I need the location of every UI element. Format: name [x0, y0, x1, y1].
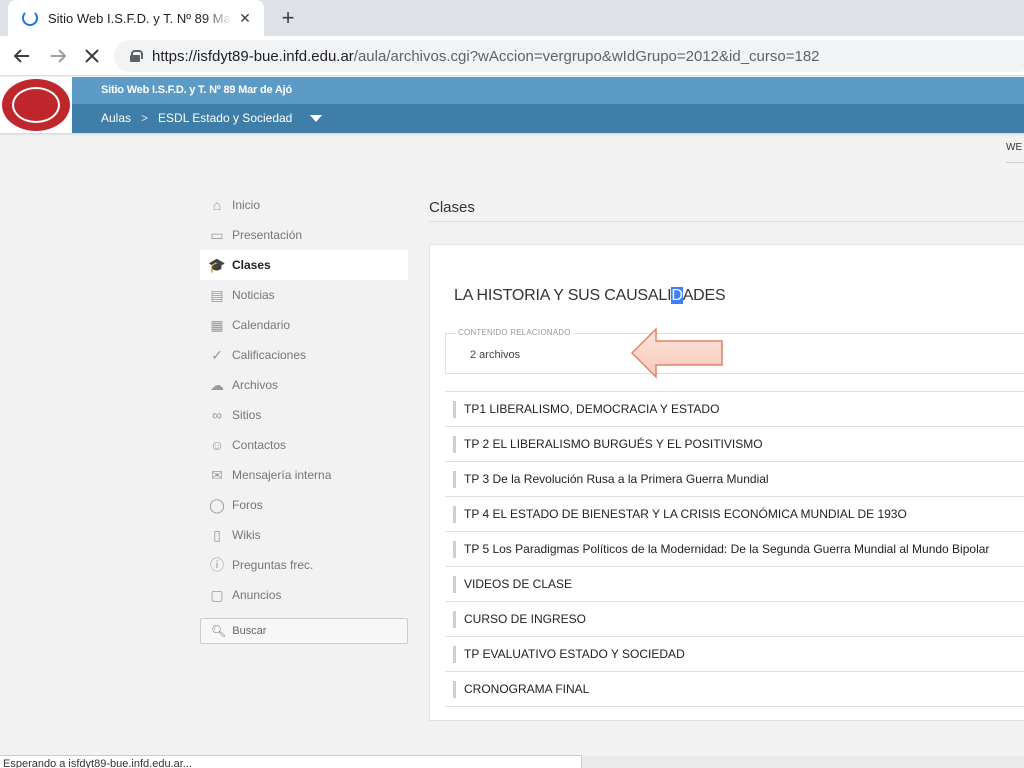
stop-x-icon: [85, 49, 99, 63]
cloud-icon: ☁: [210, 376, 224, 393]
annotation-arrow-left-icon: [630, 327, 723, 379]
logo-seal-icon: [2, 79, 70, 131]
sidebar-item-wikis[interactable]: ▯ Wikis: [200, 520, 408, 550]
chevron-down-icon[interactable]: [310, 114, 323, 122]
sidebar-item-noticias[interactable]: ▤ Noticias: [200, 280, 408, 310]
search-input[interactable]: 🔍︎ Buscar: [200, 618, 408, 644]
selected-text: D: [671, 287, 683, 304]
related-content-box: CONTENIDO RELACIONADO 2 archivos: [445, 328, 1024, 374]
sidebar-item-contactos[interactable]: ☺ Contactos: [200, 430, 408, 460]
close-tab-icon[interactable]: ✕: [236, 9, 254, 27]
divider: [1006, 162, 1024, 163]
arrow-left-icon: [13, 49, 29, 63]
home-icon: ⌂: [212, 197, 222, 213]
sidebar-item-preguntas[interactable]: ⓘ Preguntas frec.: [200, 550, 408, 580]
related-files-link[interactable]: 2 archivos: [470, 349, 520, 361]
browser-tab[interactable]: Sitio Web I.S.F.D. y T. Nº 89 Mar de Ajó…: [8, 0, 264, 36]
envelope-icon: ✉: [211, 466, 223, 483]
divider: [429, 221, 1024, 222]
url-path: /aula/archivos.cgi?wAccion=vergrupo&wIdG…: [353, 47, 820, 65]
forward-button[interactable]: [46, 44, 70, 68]
graduation-cap-icon: 🎓: [208, 256, 226, 273]
site-name[interactable]: Sitio Web I.S.F.D. y T. Nº 89 Mar de Ajó: [101, 84, 292, 96]
search-placeholder: Buscar: [232, 625, 267, 637]
back-button[interactable]: [10, 44, 34, 68]
sidebar-item-label: Contactos: [232, 438, 287, 452]
note-icon: ▢: [210, 586, 224, 603]
list-item[interactable]: TP 2 EL LIBERALISMO BURGUÉS Y EL POSITIV…: [445, 427, 1024, 462]
sidebar-item-mensajeria[interactable]: ✉ Mensajería interna: [200, 460, 408, 490]
sidebar-item-label: Anuncios: [232, 588, 282, 602]
list-item[interactable]: CRONOGRAMA FINAL: [445, 672, 1024, 707]
search-icon: 🔍︎: [211, 624, 227, 638]
sidebar-item-label: Clases: [232, 258, 271, 272]
list-item[interactable]: VIDEOS DE CLASE: [445, 567, 1024, 602]
header-shadow: [0, 133, 1024, 136]
class-heading: LA HISTORIA Y SUS CAUSALIDADES: [454, 287, 726, 304]
sidebar-item-archivos[interactable]: ☁ Archivos: [200, 370, 408, 400]
sidebar-item-label: Calificaciones: [232, 348, 307, 362]
sidebar-item-calendario[interactable]: ▦ Calendario: [200, 310, 408, 340]
sidebar-item-clases[interactable]: 🎓 Clases: [200, 250, 408, 280]
sidebar-item-anuncios[interactable]: ▢ Anuncios: [200, 580, 408, 610]
document-icon: ▯: [213, 526, 221, 543]
sidebar-item-sitios[interactable]: ∞ Sitios: [200, 400, 408, 430]
sidebar-nav: ⌂ Inicio ▭ Presentación 🎓 Clases ▤ Noticias …: [200, 190, 408, 644]
browser-toolbar: https://isfdyt89-bue.infd.edu.ar/aula/ar…: [0, 36, 1024, 76]
sidebar-item-label: Foros: [232, 498, 263, 512]
tab-title: Sitio Web I.S.F.D. y T. Nº 89 Mar de Ajó: [48, 10, 232, 26]
sidebar-item-presentacion[interactable]: ▭ Presentación: [200, 220, 408, 250]
chat-icon: ◯: [209, 496, 225, 513]
list-item[interactable]: TP 5 Los Paradigmas Políticos de la Mode…: [445, 532, 1024, 567]
class-list: TP1 LIBERALISMO, DEMOCRACIA Y ESTADO TP …: [445, 391, 1024, 707]
calendar-icon: ▦: [210, 316, 224, 333]
sidebar-item-label: Wikis: [232, 528, 261, 542]
list-item[interactable]: TP EVALUATIVO ESTADO Y SOCIEDAD: [445, 637, 1024, 672]
list-item[interactable]: TP1 LIBERALISMO, DEMOCRACIA Y ESTADO: [445, 392, 1024, 427]
new-tab-button[interactable]: +: [276, 5, 300, 30]
sidebar-item-label: Preguntas frec.: [232, 558, 314, 572]
browser-status-bar: Esperando a isfdyt89-bue.infd.edu.ar...: [0, 755, 582, 768]
sidebar-item-label: Noticias: [232, 288, 275, 302]
info-icon: ⓘ: [210, 557, 224, 573]
stop-button[interactable]: [80, 44, 104, 68]
monitor-icon: ▭: [210, 226, 224, 243]
sidebar-item-label: Sitios: [232, 408, 262, 422]
page-title: Clases: [429, 199, 475, 216]
related-content-label: CONTENIDO RELACIONADO: [456, 328, 573, 337]
sidebar-item-label: Archivos: [232, 378, 279, 392]
list-item[interactable]: TP 4 EL ESTADO DE BIENESTAR Y LA CRISIS …: [445, 497, 1024, 532]
link-icon: ∞: [212, 407, 222, 423]
breadcrumb-aulas[interactable]: Aulas: [101, 111, 131, 125]
breadcrumb-separator-icon: >: [141, 111, 149, 125]
sidebar-item-foros[interactable]: ◯ Foros: [200, 490, 408, 520]
sidebar-item-label: Inicio: [232, 198, 261, 212]
right-clipped-label[interactable]: WE: [1006, 142, 1022, 153]
sidebar-item-calificaciones[interactable]: ✓ Calificaciones: [200, 340, 408, 370]
url-text: https://isfdyt89-bue.infd.edu.ar/aula/ar…: [152, 48, 820, 65]
url-host: https://isfdyt89-bue.infd.edu.ar: [152, 47, 354, 65]
sidebar-item-inicio[interactable]: ⌂ Inicio: [200, 190, 408, 220]
sidebar-item-label: Calendario: [232, 318, 291, 332]
arrow-right-icon: [51, 49, 67, 63]
loading-spinner-icon: [22, 10, 38, 26]
institution-logo[interactable]: [0, 77, 72, 133]
newspaper-icon: ▤: [210, 286, 224, 303]
browser-tab-bar: Sitio Web I.S.F.D. y T. Nº 89 Mar de Ajó…: [0, 0, 1024, 36]
sidebar-item-label: Presentación: [232, 228, 303, 242]
sidebar-item-label: Mensajería interna: [232, 468, 332, 482]
breadcrumb: Aulas > ESDL Estado y Sociedad: [101, 111, 323, 125]
lock-icon: [130, 50, 143, 62]
people-icon: ☺: [209, 437, 225, 453]
list-item[interactable]: TP 3 De la Revolución Rusa a la Primera …: [445, 462, 1024, 497]
check-badge-icon: ✓: [211, 346, 223, 363]
breadcrumb-course[interactable]: ESDL Estado y Sociedad: [158, 111, 292, 125]
list-item[interactable]: CURSO DE INGRESO: [445, 602, 1024, 637]
address-bar[interactable]: https://isfdyt89-bue.infd.edu.ar/aula/ar…: [114, 40, 1024, 72]
horizontal-scrollbar[interactable]: [582, 756, 1024, 768]
